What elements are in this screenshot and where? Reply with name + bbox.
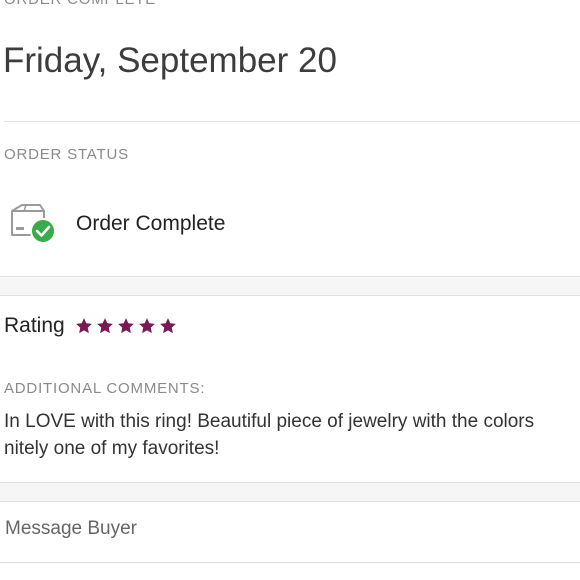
star-icon xyxy=(96,318,113,334)
comment-text-line-2: nitely one of my favorites! xyxy=(4,438,220,459)
message-buyer-button[interactable]: Message Buyer xyxy=(5,518,137,540)
order-date-heading: Friday, September 20 xyxy=(3,41,337,80)
divider xyxy=(0,562,580,563)
order-status-value: Order Complete xyxy=(76,212,226,235)
order-status-label: ORDER STATUS xyxy=(4,146,129,163)
order-complete-label: ORDER COMPLETE xyxy=(4,0,156,8)
star-icon xyxy=(159,318,176,334)
star-icon xyxy=(75,318,92,334)
star-rating xyxy=(75,317,180,335)
star-icon xyxy=(117,318,134,334)
rating-row: Rating xyxy=(4,312,180,340)
comment-text-line-1: In LOVE with this ring! Beautiful piece … xyxy=(4,411,535,432)
additional-comments-label: ADDITIONAL COMMENTS: xyxy=(4,380,206,397)
box-check-icon xyxy=(8,203,58,245)
star-icon xyxy=(138,318,155,334)
rating-label: Rating xyxy=(4,314,65,337)
divider xyxy=(4,121,580,122)
order-detail-page: ORDER COMPLETE Friday, September 20 ORDE… xyxy=(0,0,580,580)
section-separator xyxy=(0,482,580,502)
section-separator xyxy=(0,276,580,296)
